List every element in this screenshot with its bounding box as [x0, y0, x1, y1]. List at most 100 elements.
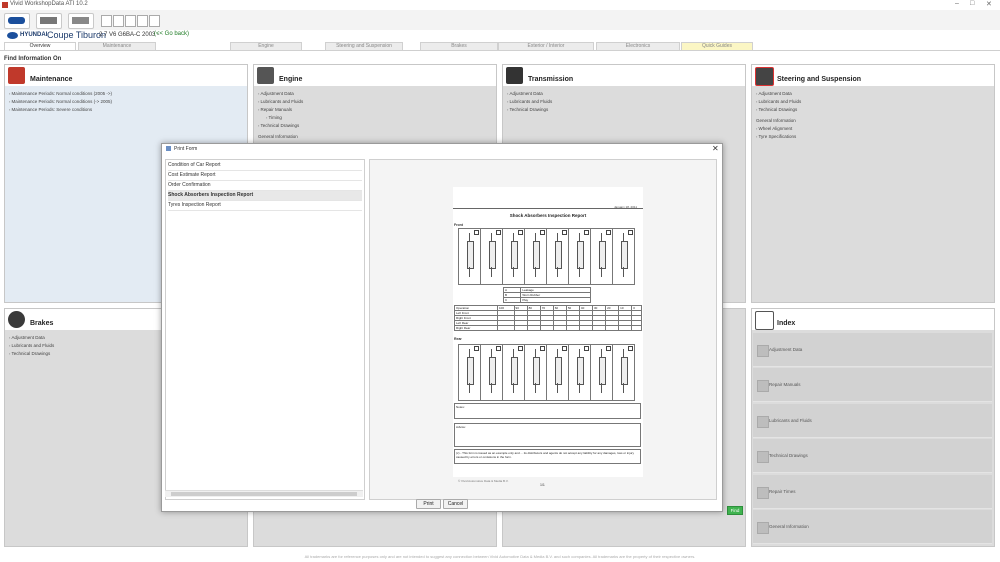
minimize-button[interactable]: –	[955, 0, 959, 7]
car-selection-button[interactable]	[4, 13, 30, 29]
legend-table: A Leakage B Worn Rubber C Play	[502, 287, 591, 303]
car-icon	[8, 17, 25, 24]
tab-overview[interactable]: Overview	[4, 42, 76, 51]
tools-icon[interactable]	[113, 15, 124, 27]
index-label: Technical Drawings	[769, 453, 808, 458]
clock-icon	[757, 487, 769, 499]
link-maint-normal-new[interactable]: Maintenance Periods: Normal conditions (…	[9, 90, 112, 98]
dialog-close-button[interactable]: ✕	[712, 144, 719, 153]
shock-drawing	[480, 344, 503, 401]
tab-electronics[interactable]: Electronics	[596, 42, 680, 51]
link-lubricants[interactable]: Lubricants and Fluids	[258, 98, 304, 106]
folder-button[interactable]	[68, 13, 94, 29]
gearbox-icon	[506, 67, 523, 84]
link-adjustment-data[interactable]: Adjustment Data	[756, 90, 801, 98]
shock-drawing	[480, 228, 503, 285]
shock-drawing	[524, 344, 547, 401]
tab-bar: Overview Maintenance Engine Steering and…	[0, 41, 1000, 51]
maximize-button[interactable]: □	[970, 0, 974, 7]
shock-drawing	[502, 228, 525, 285]
tab-steering[interactable]: Steering and Suspension	[325, 42, 403, 51]
go-back-link[interactable]: (<< Go back)	[154, 31, 189, 37]
notes-box: Notes:	[454, 403, 641, 419]
form-item-order-confirmation[interactable]: Order Confirmation	[168, 181, 362, 191]
index-repair-manuals[interactable]: Repair Manuals	[753, 368, 992, 402]
document-icon[interactable]	[149, 15, 160, 27]
shock-drawing	[524, 228, 547, 285]
link-technical-drawings[interactable]: Technical Drawings	[756, 106, 801, 114]
index-general-information[interactable]: General Information	[753, 510, 992, 544]
form-item-cost-estimate[interactable]: Cost Estimate Report	[168, 171, 362, 181]
form-label: Order Confirmation	[168, 182, 211, 188]
report-page: January 18, 2011 Shock Absorbers Inspect…	[453, 187, 643, 487]
index-label: Repair Manuals	[769, 382, 801, 387]
tab-engine[interactable]: Engine	[230, 42, 302, 51]
find-button[interactable]: Find	[727, 506, 743, 515]
truck-icon	[40, 17, 57, 24]
link-adjustment-data[interactable]: Adjustment Data	[507, 90, 552, 98]
vehicle-button[interactable]	[36, 13, 62, 29]
link-wheel-alignment[interactable]: Wheel Alignment	[756, 125, 801, 133]
link-repair-manuals[interactable]: Repair Manuals	[258, 106, 303, 114]
index-label: Lubricants and Fluids	[769, 418, 812, 423]
tab-brakes[interactable]: Brakes	[420, 42, 498, 51]
link-lubricants[interactable]: Lubricants and Fluids	[756, 98, 802, 106]
form-label: Condition of Car Report	[168, 162, 221, 168]
index-label: Repair Times	[769, 489, 796, 494]
drawing-icon	[757, 451, 769, 463]
calculator-icon[interactable]	[137, 15, 148, 27]
vehicle-bar: HYUNDAI Coupe Tiburon 2.7 V6 G6BA-C 2003…	[0, 30, 1000, 41]
oil-icon	[757, 416, 769, 428]
report-footer: © Vivid Automotive Data & Media B.V.	[458, 479, 509, 483]
find-heading: Find Information On	[4, 56, 62, 62]
form-item-shock-absorbers[interactable]: Shock Absorbers Inspection Report	[168, 191, 362, 201]
link-timing[interactable]: Timing	[258, 114, 303, 122]
card-title: Brakes	[30, 320, 54, 327]
link-maint-normal-old[interactable]: Maintenance Periods: Normal conditions (…	[9, 98, 112, 106]
scrollbar-thumb[interactable]	[171, 492, 357, 496]
link-lubricants[interactable]: Lubricants and Fluids	[507, 98, 553, 106]
link-technical-drawings[interactable]: Technical Drawings	[9, 350, 54, 358]
form-label: Shock Absorbers Inspection Report	[168, 192, 254, 198]
toolbar	[0, 10, 1000, 30]
footer-disclaimer: All trademarks are for reference purpose…	[304, 554, 696, 559]
cancel-button[interactable]: Cancel	[443, 499, 468, 509]
index-technical-drawings[interactable]: Technical Drawings	[753, 439, 992, 473]
link-technical-drawings[interactable]: Technical Drawings	[507, 106, 552, 114]
manual-icon	[757, 380, 769, 392]
vehicle-brand: HYUNDAI	[20, 32, 48, 38]
print-icon[interactable]	[101, 15, 112, 27]
card-title: Steering and Suspension	[777, 76, 862, 83]
card-steering-suspension[interactable]: Steering and Suspension Adjustment Data …	[751, 64, 995, 303]
print-button[interactable]: Print	[416, 499, 441, 509]
index-adjustment-data[interactable]: Adjustment Data	[753, 333, 992, 367]
link-lubricants[interactable]: Lubricants and Fluids	[9, 342, 55, 350]
link-technical-drawings[interactable]: Technical Drawings	[258, 122, 303, 130]
shock-drawing	[568, 344, 591, 401]
card-title: Index	[777, 320, 796, 327]
link-maint-severe[interactable]: Maintenance Periods: Severe conditions	[9, 106, 112, 114]
index-repair-times[interactable]: Repair Times	[753, 475, 992, 509]
shock-drawing	[568, 228, 591, 285]
form-item-condition[interactable]: Condition of Car Report	[168, 161, 362, 171]
shock-drawing	[590, 344, 613, 401]
index-label: General Information	[769, 524, 809, 529]
tab-maintenance[interactable]: Maintenance	[78, 42, 156, 51]
close-window-button[interactable]: ✕	[986, 0, 992, 8]
link-adjustment-data[interactable]: Adjustment Data	[258, 90, 303, 98]
link-adjustment-data[interactable]: Adjustment Data	[9, 334, 54, 342]
index-lubricants[interactable]: Lubricants and Fluids	[753, 404, 992, 438]
wrench-icon[interactable]	[125, 15, 136, 27]
tab-quick-guides[interactable]: Quick Guides	[681, 42, 753, 51]
tab-exterior[interactable]: Exterior / Interior	[498, 42, 594, 51]
front-label: Front	[454, 223, 463, 227]
page-number: 1/1	[540, 483, 545, 487]
print-icon	[166, 146, 171, 151]
rear-label: Rear	[454, 337, 462, 341]
link-tyre-specifications[interactable]: Tyre Specifications	[756, 133, 801, 141]
form-list-scrollbar[interactable]	[165, 490, 363, 497]
form-label: Tyres Inspection Report	[168, 202, 221, 208]
card-index[interactable]: Index Adjustment Data Repair Manuals Lub…	[751, 308, 995, 547]
form-item-tyres[interactable]: Tyres Inspection Report	[168, 201, 362, 211]
group-general-information: General Information	[756, 118, 796, 123]
